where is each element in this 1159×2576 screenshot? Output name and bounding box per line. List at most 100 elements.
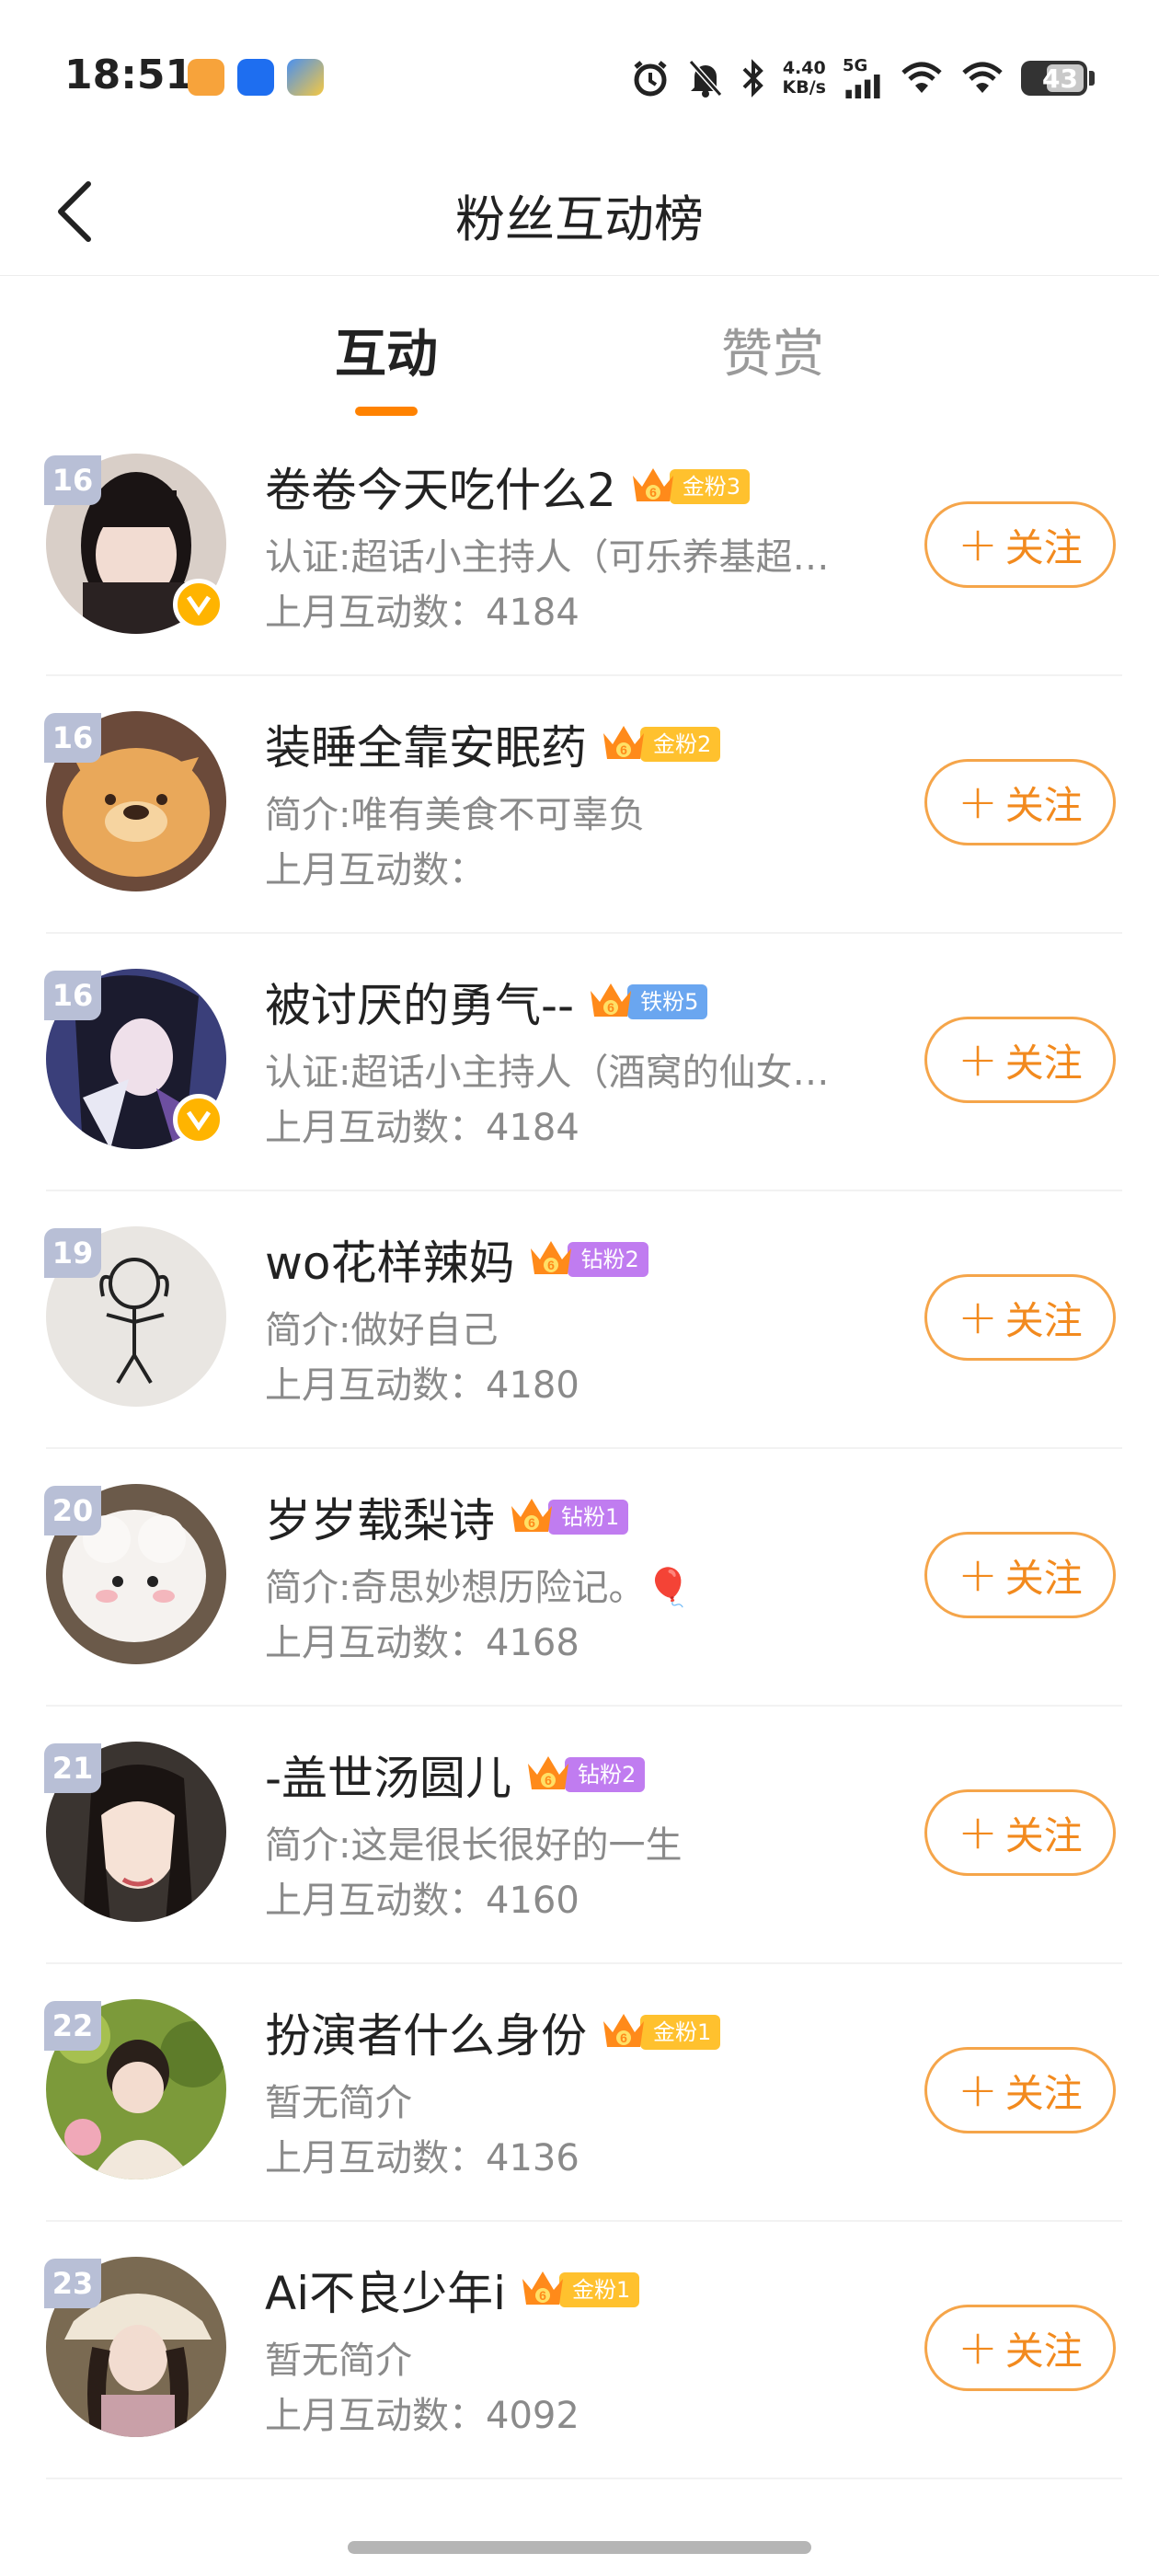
user-name[interactable]: 卷卷今天吃什么2 6 金粉3	[265, 454, 751, 520]
fan-level-badge: 6 钻粉1	[508, 1497, 629, 1537]
wifi-icon-2	[960, 58, 1004, 98]
user-description: 暂无简介	[265, 2082, 412, 2124]
user-description: 暂无简介	[265, 2340, 412, 2382]
list-item[interactable]: 23 Ai不良少年i 6 金粉1 暂无简介 上月互动数：4092 + 关注	[0, 2222, 1159, 2479]
user-description: 认证:超话小主持人（可乐养基超…	[265, 536, 830, 579]
fan-list: 16 卷卷今天吃什么2 6 金粉3 认证:超话小主持人（可乐养基超… 上月互动数…	[0, 419, 1159, 2479]
user-name-text[interactable]: -盖世汤圆儿	[265, 1742, 511, 1808]
tab-bar: 互动 赞赏	[0, 304, 1159, 416]
svg-text:6: 6	[528, 1515, 535, 1530]
plus-icon: +	[958, 2320, 998, 2375]
plus-icon: +	[958, 2063, 998, 2118]
user-name[interactable]: -盖世汤圆儿 6 钻粉2	[265, 1742, 646, 1808]
fan-level-badge: 6 钻粉2	[527, 1239, 648, 1280]
user-name-text[interactable]: 被讨厌的勇气--	[265, 969, 574, 1035]
battery-icon: 43	[1021, 61, 1087, 96]
rank-badge: 23	[44, 2259, 101, 2308]
fan-level-badge: 6 金粉3	[629, 466, 751, 507]
svg-text:6: 6	[620, 742, 627, 757]
user-description: 认证:超话小主持人（酒窝的仙女…	[265, 1052, 830, 1094]
rank-badge: 16	[44, 971, 101, 1020]
list-item[interactable]: 20 岁岁载梨诗 6 钻粉1 简介:奇思妙想历险记。🎈 上月互动数：4168 +…	[0, 1449, 1159, 1707]
crown-icon: 6	[511, 1499, 552, 1532]
list-item[interactable]: 16 被讨厌的勇气-- 6 铁粉5 认证:超话小主持人（酒窝的仙女… 上月互动数…	[0, 934, 1159, 1191]
page-title: 粉丝互动榜	[455, 190, 704, 248]
rank-badge: 20	[44, 1486, 101, 1535]
crown-icon: 6	[528, 1756, 569, 1789]
svg-text:6: 6	[539, 2288, 546, 2303]
follow-button[interactable]: + 关注	[924, 1017, 1116, 1103]
user-name-text[interactable]: Ai不良少年i	[265, 2257, 506, 2323]
rank-badge: 16	[44, 455, 101, 505]
crown-icon: 6	[603, 2014, 644, 2047]
list-item[interactable]: 22 扮演者什么身份 6 金粉1 暂无简介 上月互动数：4136 + 关注	[0, 1964, 1159, 2222]
app-notification-icon-3	[287, 59, 324, 96]
user-description: 简介:这是很长很好的一生	[265, 1824, 683, 1867]
verified-icon	[173, 1094, 224, 1145]
plus-icon: +	[958, 775, 998, 830]
user-name-text[interactable]: 装睡全靠安眠药	[265, 711, 587, 777]
status-icons: 4.40 KB/s 5G 43	[630, 53, 1095, 103]
battery-tip	[1089, 71, 1095, 86]
active-tab-indicator	[355, 407, 418, 416]
user-name[interactable]: Ai不良少年i 6 金粉1	[265, 2257, 640, 2323]
plus-icon: +	[958, 517, 998, 572]
user-description: 简介:奇思妙想历险记。🎈	[265, 1567, 692, 1609]
fan-level-badge: 6 金粉1	[600, 2012, 721, 2053]
user-name-text[interactable]: 扮演者什么身份	[265, 1999, 587, 2065]
interaction-count: 上月互动数：4160	[265, 1880, 580, 1922]
follow-button[interactable]: + 关注	[924, 2305, 1116, 2391]
svg-text:6: 6	[545, 1773, 552, 1788]
net-speed: 4.40 KB/s	[782, 58, 826, 98]
divider	[46, 2478, 1122, 2479]
user-name-text[interactable]: wo花样辣妈	[265, 1226, 514, 1293]
home-indicator[interactable]	[348, 2541, 811, 2554]
list-item[interactable]: 16 装睡全靠安眠药 6 金粉2 简介:唯有美食不可辜负 上月互动数： + 关注	[0, 676, 1159, 934]
user-name[interactable]: wo花样辣妈 6 钻粉2	[265, 1226, 648, 1293]
plus-icon: +	[958, 1032, 998, 1087]
rank-badge: 16	[44, 713, 101, 763]
bluetooth-icon	[740, 58, 766, 98]
tab-interaction[interactable]: 互动	[276, 313, 497, 387]
alarm-icon	[630, 58, 671, 98]
list-item[interactable]: 19 wo花样辣妈 6 钻粉2 简介:做好自己 上月互动数：4180 + 关注	[0, 1191, 1159, 1449]
crown-icon: 6	[603, 726, 644, 759]
plus-icon: +	[958, 1805, 998, 1860]
interaction-count: 上月互动数：	[265, 849, 486, 891]
interaction-count: 上月互动数：4184	[265, 1107, 580, 1149]
interaction-count: 上月互动数：4168	[265, 1622, 580, 1664]
interaction-count: 上月互动数：4184	[265, 592, 580, 634]
app-notification-icon-2	[237, 59, 274, 96]
fan-level-badge: 6 金粉1	[519, 2270, 640, 2310]
fan-level-badge: 6 铁粉5	[587, 982, 708, 1022]
rank-badge: 19	[44, 1228, 101, 1278]
user-name-text[interactable]: 卷卷今天吃什么2	[265, 454, 616, 520]
user-description: 简介:唯有美食不可辜负	[265, 794, 646, 836]
interaction-count: 上月互动数：4180	[265, 1364, 580, 1407]
tab-reward[interactable]: 赞赏	[662, 313, 883, 387]
interaction-count: 上月互动数：4092	[265, 2395, 580, 2437]
user-name[interactable]: 装睡全靠安眠药 6 金粉2	[265, 711, 721, 777]
user-name[interactable]: 岁岁载梨诗 6 钻粉1	[265, 1484, 629, 1550]
user-name[interactable]: 扮演者什么身份 6 金粉1	[265, 1999, 721, 2065]
svg-text:6: 6	[620, 2030, 627, 2045]
user-name[interactable]: 被讨厌的勇气-- 6 铁粉5	[265, 969, 708, 1035]
follow-button[interactable]: + 关注	[924, 759, 1116, 845]
follow-button[interactable]: + 关注	[924, 1789, 1116, 1876]
follow-button[interactable]: + 关注	[924, 1274, 1116, 1361]
follow-button[interactable]: + 关注	[924, 1532, 1116, 1618]
user-name-text[interactable]: 岁岁载梨诗	[265, 1484, 495, 1550]
wifi-icon	[900, 58, 944, 98]
follow-button[interactable]: + 关注	[924, 2047, 1116, 2133]
crown-icon: 6	[591, 983, 632, 1017]
follow-button[interactable]: + 关注	[924, 501, 1116, 588]
crown-icon: 6	[531, 1241, 572, 1274]
svg-text:6: 6	[548, 1258, 556, 1272]
list-item[interactable]: 21 -盖世汤圆儿 6 钻粉2 简介:这是很长很好的一生 上月互动数：4160 …	[0, 1707, 1159, 1964]
list-item[interactable]: 16 卷卷今天吃什么2 6 金粉3 认证:超话小主持人（可乐养基超… 上月互动数…	[0, 419, 1159, 676]
svg-text:6: 6	[649, 485, 657, 500]
nav-bar: 粉丝互动榜	[0, 147, 1159, 276]
rank-badge: 21	[44, 1743, 101, 1793]
mute-icon	[687, 58, 724, 98]
user-description: 简介:做好自己	[265, 1309, 499, 1351]
